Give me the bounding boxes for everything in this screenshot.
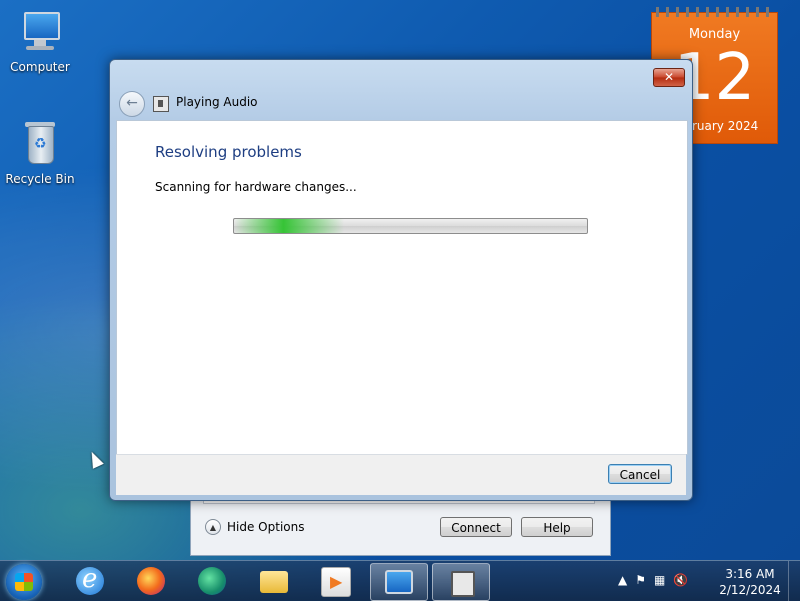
hide-options-label: Hide Options <box>227 520 305 534</box>
folder-icon <box>260 571 288 593</box>
taskbar-network[interactable] <box>370 563 428 601</box>
windows-logo-icon <box>15 573 33 591</box>
status-text: Scanning for hardware changes... <box>155 180 357 194</box>
wizard-content: Resolving problems Scanning for hardware… <box>116 120 688 455</box>
troubleshooter-window: ✕ ← Playing Audio Resolving problems Sca… <box>109 59 693 501</box>
progress-indicator <box>234 219 344 233</box>
taskbar-troubleshooter[interactable] <box>432 563 490 601</box>
connect-button[interactable]: Connect <box>440 517 512 537</box>
firefox-icon <box>137 567 165 595</box>
help-button[interactable]: Help <box>521 517 593 537</box>
window-title: Playing Audio <box>176 95 258 109</box>
volume-muted-icon[interactable]: 🔇 <box>673 573 688 587</box>
clock-date: 2/12/2024 <box>719 583 781 597</box>
recycle-bin-icon: ♻ <box>16 120 64 168</box>
internet-explorer-icon <box>76 564 104 595</box>
computer-icon <box>16 8 64 56</box>
taskbar-internet-explorer[interactable] <box>62 563 118 599</box>
back-button[interactable]: ← <box>119 91 145 117</box>
hide-options-toggle[interactable]: ▲ Hide Options <box>205 519 304 535</box>
desktop-icon-recycle-bin[interactable]: ♻ Recycle Bin <box>0 120 80 186</box>
network-status-icon[interactable]: ▦ <box>654 573 665 587</box>
progress-bar <box>233 218 588 234</box>
close-button[interactable]: ✕ <box>653 68 685 87</box>
start-button[interactable] <box>6 564 42 600</box>
desktop-icon-label: Computer <box>10 60 70 74</box>
edge-icon <box>198 567 226 595</box>
chevron-up-icon: ▲ <box>205 519 221 535</box>
wizard-footer: Cancel <box>116 454 686 495</box>
desktop-icon-label: Recycle Bin <box>5 172 75 186</box>
page-title: Resolving problems <box>155 143 302 161</box>
action-center-flag-icon[interactable]: ⚑ <box>635 573 646 587</box>
media-player-icon <box>321 567 351 597</box>
show-desktop-button[interactable] <box>788 561 800 601</box>
clock-time: 3:16 AM <box>725 567 775 581</box>
network-icon <box>385 570 413 594</box>
troubleshooter-icon <box>153 96 169 112</box>
taskbar: ▲ ⚑ ▦ 🔇 3:16 AM 2/12/2024 <box>0 560 800 601</box>
taskbar-edge[interactable] <box>184 563 240 599</box>
system-tray: ▲ ⚑ ▦ 🔇 <box>618 573 688 587</box>
taskbar-firefox[interactable] <box>123 563 179 599</box>
calendar-rings <box>656 7 774 17</box>
mouse-cursor <box>86 449 104 469</box>
show-hidden-icons-icon[interactable]: ▲ <box>618 573 627 587</box>
troubleshooter-icon <box>451 571 475 597</box>
cancel-button[interactable]: Cancel <box>608 464 672 484</box>
clock[interactable]: 3:16 AM 2/12/2024 <box>718 566 782 598</box>
taskbar-media-player[interactable] <box>307 563 363 599</box>
calendar-weekday: Monday <box>688 27 741 42</box>
desktop-icon-computer[interactable]: Computer <box>0 8 80 74</box>
taskbar-file-explorer[interactable] <box>246 563 302 599</box>
